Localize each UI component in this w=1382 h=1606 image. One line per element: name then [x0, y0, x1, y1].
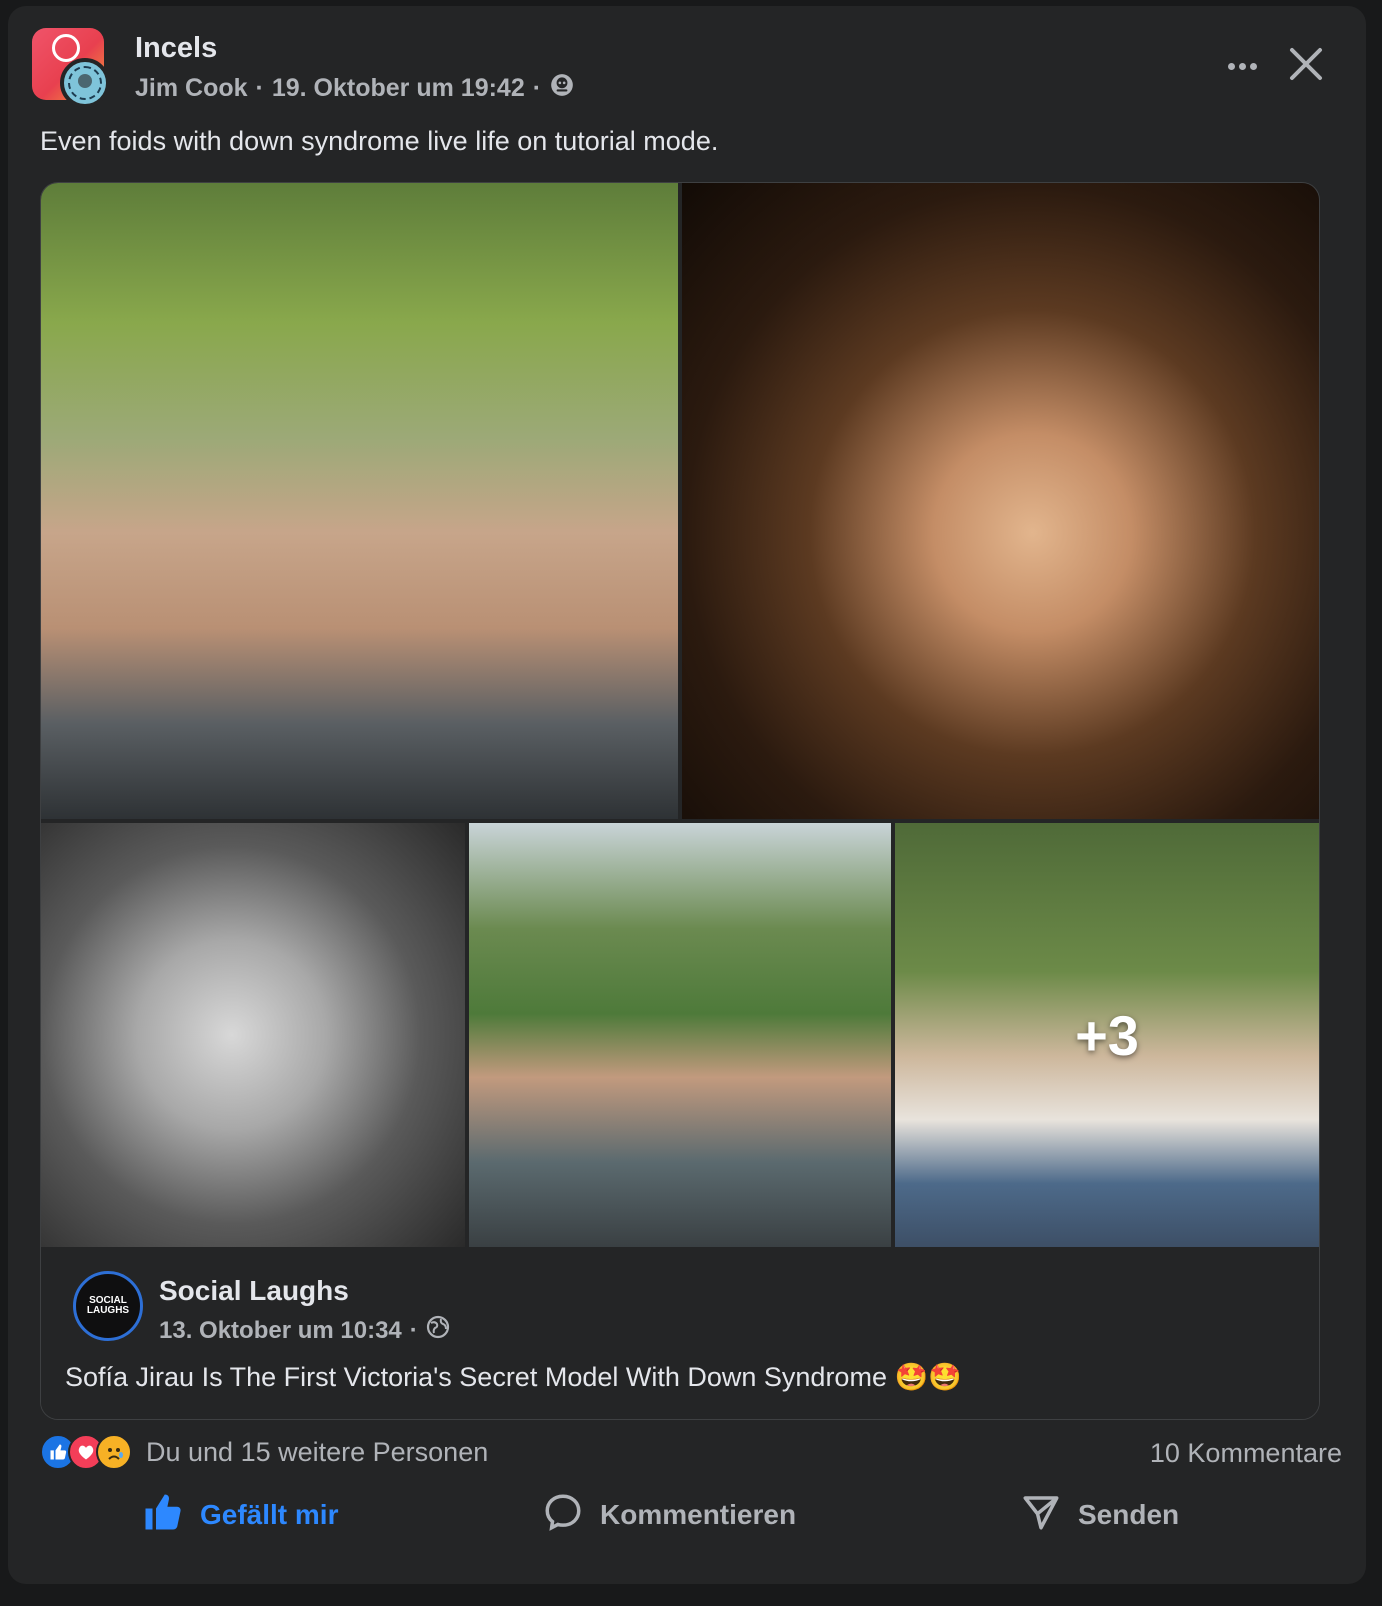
send-icon	[1020, 1491, 1062, 1540]
post-timestamp-link[interactable]: 19. Oktober um 19:42	[272, 74, 525, 103]
comment-button[interactable]: Kommentieren	[542, 1484, 796, 1546]
source-timestamp-link[interactable]: 13. Oktober um 10:34	[159, 1317, 402, 1345]
author-name-link[interactable]: Jim Cook	[135, 74, 248, 103]
close-icon[interactable]	[1280, 38, 1332, 90]
post-text: Even foids with down syndrome live life …	[40, 126, 719, 156]
photo-1[interactable]	[41, 183, 678, 819]
reactions-summary[interactable]: Du und 15 weitere Personen	[40, 1430, 488, 1474]
comment-bubble-icon	[542, 1491, 584, 1540]
more-photos-count[interactable]: +3	[895, 823, 1319, 1247]
source-name-link[interactable]: Social Laughs	[159, 1275, 349, 1307]
photo-5[interactable]: +3	[895, 823, 1319, 1247]
like-label: Gefällt mir	[200, 1499, 339, 1530]
avatar-face	[78, 74, 92, 88]
shared-post-text: Sofía Jirau Is The First Victoria's Secr…	[65, 1362, 962, 1392]
shared-post-footer: SOCIAL LAUGHS Social Laughs 13. Oktober …	[41, 1247, 1319, 1419]
more-options-icon[interactable]	[1220, 44, 1264, 88]
group-members-icon[interactable]	[549, 72, 575, 105]
meta-separator: ·	[255, 74, 264, 102]
meta-separator: ·	[409, 1316, 418, 1344]
sad-reaction-icon	[96, 1434, 132, 1470]
group-logo-icon	[52, 34, 80, 62]
photo-3[interactable]	[41, 823, 465, 1247]
photo-2[interactable]	[682, 183, 1319, 819]
like-button[interactable]: Gefällt mir	[142, 1484, 338, 1546]
comments-count-link[interactable]: 10 Kommentare	[1150, 1438, 1342, 1469]
globe-icon	[426, 1315, 450, 1346]
send-button[interactable]: Senden	[1020, 1484, 1179, 1546]
thumbs-up-icon	[142, 1491, 184, 1540]
post-card: Incels Jim Cook · 19. Oktober um 19:42 ·	[8, 6, 1366, 1584]
send-label: Senden	[1078, 1499, 1180, 1530]
post-meta: Jim Cook · 19. Oktober um 19:42 ·	[135, 72, 575, 105]
photo-4[interactable]	[469, 823, 891, 1247]
shared-post[interactable]: +3 SOCIAL LAUGHS Social Laughs 13. Oktob…	[40, 182, 1320, 1420]
group-name-link[interactable]: Incels	[135, 32, 217, 65]
post-header: Incels Jim Cook · 19. Oktober um 19:42 ·	[32, 24, 1342, 108]
action-bar: Gefällt mir Kommentieren Senden	[8, 1484, 1366, 1546]
source-meta: 13. Oktober um 10:34 ·	[159, 1315, 450, 1346]
source-logo-text: SOCIAL LAUGHS	[86, 1295, 130, 1316]
author-avatar[interactable]	[60, 58, 110, 108]
source-avatar[interactable]: SOCIAL LAUGHS	[73, 1271, 143, 1341]
reaction-text[interactable]: Du und 15 weitere Personen	[146, 1437, 488, 1468]
comment-label: Kommentieren	[600, 1499, 797, 1530]
meta-separator: ·	[532, 74, 542, 102]
